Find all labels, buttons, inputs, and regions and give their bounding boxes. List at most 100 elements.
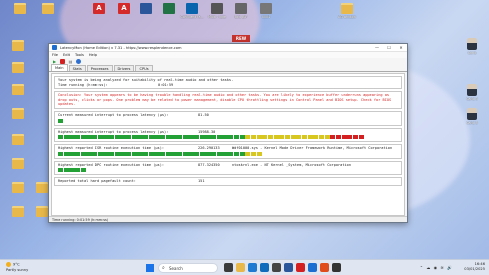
level-segment-empty xyxy=(376,135,381,139)
level-segment xyxy=(75,168,81,173)
edge-icon[interactable] xyxy=(248,263,257,272)
latencymon-icon xyxy=(52,45,57,50)
level-segment-empty xyxy=(291,119,296,123)
window-titlebar[interactable]: LatencyMon (Home Edition) v 7.31 - https… xyxy=(49,44,407,52)
app-taskbar-icon[interactable] xyxy=(320,263,329,272)
close-button[interactable]: ✕ xyxy=(395,44,407,52)
level-segment xyxy=(80,135,86,140)
level-segment-empty xyxy=(393,152,398,156)
info-icon[interactable] xyxy=(76,59,81,64)
desktop-icon[interactable]: Carlo xyxy=(458,38,486,55)
tab-main[interactable]: Main xyxy=(51,64,68,71)
desktop-icon[interactable] xyxy=(4,40,32,51)
clock[interactable]: 16:46 03/01/2025 xyxy=(464,262,485,271)
desktop-icon[interactable]: Bcd_BIF xyxy=(227,3,255,19)
level-segment-empty xyxy=(154,168,159,172)
desktop-icon[interactable]: Carlo 3 xyxy=(458,84,486,101)
weather-temp: 9°C xyxy=(13,262,20,267)
level-segment xyxy=(103,135,109,140)
level-segment xyxy=(352,135,359,140)
folder-icon xyxy=(12,84,24,95)
search-box[interactable]: Search xyxy=(158,263,218,273)
desktop-icon[interactable] xyxy=(4,84,32,95)
level-segment-empty xyxy=(308,119,313,123)
desktop-icon[interactable]: AG window xyxy=(333,3,361,19)
tab-processes[interactable]: Processes xyxy=(86,65,113,71)
maximize-button[interactable]: ☐ xyxy=(383,44,395,52)
level-segment xyxy=(194,151,200,156)
desktop-icon[interactable]: Confluent Fa... xyxy=(178,3,206,19)
menu-tools[interactable]: Tools xyxy=(75,53,84,57)
person-photo-icon xyxy=(467,108,477,120)
desktop-icon[interactable]: A xyxy=(85,3,113,15)
level-segment xyxy=(216,135,222,140)
level-segment-empty xyxy=(325,152,330,156)
folder-icon xyxy=(36,206,48,217)
folder-icon xyxy=(12,62,24,73)
desktop-icon[interactable] xyxy=(4,134,32,145)
store-icon[interactable] xyxy=(272,263,281,272)
acrobat-icon[interactable] xyxy=(296,263,305,272)
menu-edit[interactable]: Edit xyxy=(63,53,70,57)
app-taskbar-icon[interactable] xyxy=(332,263,341,272)
task-view-icon[interactable] xyxy=(224,263,233,272)
level-segment xyxy=(216,151,222,156)
level-segment-empty xyxy=(120,119,125,123)
level-segment xyxy=(228,135,234,140)
level-bar xyxy=(58,118,398,123)
level-segment-empty xyxy=(308,152,313,156)
level-segment-empty xyxy=(359,119,364,123)
pdf-icon: A xyxy=(118,3,130,14)
level-segment-empty xyxy=(137,119,142,123)
desktop-icon[interactable]: 0004 xyxy=(252,3,280,19)
level-segment-empty xyxy=(364,168,369,172)
tab-drivers[interactable]: Drivers xyxy=(113,65,135,71)
folder-icon xyxy=(12,206,24,217)
folder-icon xyxy=(14,3,26,14)
desktop-icon[interactable] xyxy=(6,3,34,15)
level-segment-empty xyxy=(98,168,103,172)
report-icon[interactable]: ▤ xyxy=(68,59,73,64)
tab-cpus[interactable]: CPUs xyxy=(135,65,153,71)
level-segment-empty xyxy=(240,119,245,123)
desktop-icon[interactable] xyxy=(4,158,32,169)
level-segment-empty xyxy=(376,168,381,172)
level-segment xyxy=(148,135,154,140)
rew-badge[interactable]: REW xyxy=(232,35,250,42)
level-segment-empty xyxy=(143,119,148,123)
level-segment xyxy=(160,135,166,140)
level-segment-empty xyxy=(64,119,69,123)
level-segment xyxy=(103,151,109,156)
latencymon-taskbar-icon[interactable] xyxy=(308,263,317,272)
level-segment xyxy=(137,151,143,156)
level-segment-empty xyxy=(381,119,386,123)
desktop-icon[interactable] xyxy=(4,62,32,73)
level-segment xyxy=(120,151,126,156)
level-segment-empty xyxy=(285,168,290,172)
system-tray[interactable]: ⌃ ☁ ◉ ≋ 🔊 xyxy=(420,265,453,270)
level-segment xyxy=(143,151,149,156)
level-segment-empty xyxy=(154,119,159,123)
level-segment xyxy=(205,151,211,156)
file-explorer-icon[interactable] xyxy=(236,263,245,272)
desktop-icon[interactable] xyxy=(34,3,62,15)
level-segment-empty xyxy=(166,168,171,172)
level-segment xyxy=(347,135,353,140)
level-segment-empty xyxy=(381,152,386,156)
level-segment xyxy=(296,135,302,140)
level-segment xyxy=(120,135,126,140)
level-segment-empty xyxy=(109,119,114,123)
outlook-icon[interactable] xyxy=(260,263,269,272)
metric-value: 877.324350 xyxy=(198,162,220,167)
word-icon[interactable] xyxy=(284,263,293,272)
menu-help[interactable]: Help xyxy=(89,53,97,57)
level-segment-empty xyxy=(205,119,210,123)
minimize-button[interactable]: — xyxy=(371,44,383,52)
level-segment xyxy=(126,151,132,156)
desktop-icon[interactable] xyxy=(4,108,32,119)
weather-widget[interactable]: 9°C Partly sunny xyxy=(6,262,28,272)
start-button[interactable] xyxy=(146,264,154,272)
desktop-icon[interactable]: Carlo 5 xyxy=(458,108,486,125)
tab-stats[interactable]: Stats xyxy=(68,65,86,71)
menu-file[interactable]: File xyxy=(52,53,58,57)
